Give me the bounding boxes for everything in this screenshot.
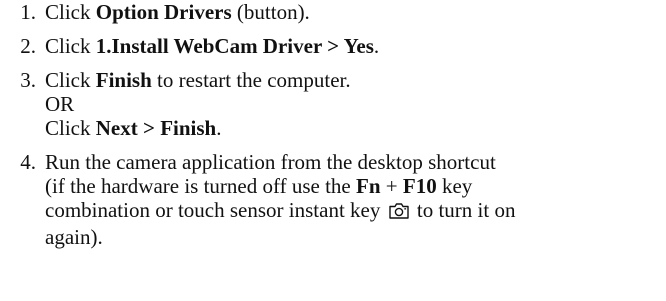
option-drivers-label: Option Drivers xyxy=(95,0,232,24)
or-text: OR xyxy=(45,92,75,116)
plus-text: + xyxy=(380,174,403,198)
step-text: combination or touch sensor instant key xyxy=(45,198,386,222)
step-line: Click Next > Finish. xyxy=(45,116,666,140)
camera-icon xyxy=(388,201,410,225)
step-3: 3. Click Finish to restart the computer.… xyxy=(0,68,666,140)
f10-key-label: F10 xyxy=(402,174,437,198)
step-text: Click xyxy=(45,34,96,58)
step-line: Click Finish to restart the computer. xyxy=(45,68,666,92)
step-text: (if the hardware is turned off use the xyxy=(45,174,357,198)
step-line: Run the camera application from the desk… xyxy=(45,150,496,174)
finish-label: Finish xyxy=(95,68,152,92)
step-line: combination or touch sensor instant key … xyxy=(45,198,666,225)
step-line: (if the hardware is turned off use the F… xyxy=(45,174,666,198)
fn-key-label: Fn xyxy=(356,174,381,198)
step-text: (button). xyxy=(231,0,310,24)
step-number: 1. xyxy=(20,0,36,24)
step-1: 1. Click Option Drivers (button). xyxy=(0,0,666,24)
next-finish-label: Next > Finish xyxy=(95,116,217,140)
step-number: 3. xyxy=(20,68,36,92)
instruction-steps: 1. Click Option Drivers (button). 2. Cli… xyxy=(0,0,666,249)
step-number: 2. xyxy=(20,34,36,58)
step-text: . xyxy=(216,116,222,140)
step-text: . xyxy=(373,34,380,58)
step-2: 2. Click 1.Install WebCam Driver > Yes. xyxy=(0,34,666,58)
step-text: to turn it on xyxy=(411,198,516,222)
step-text: key xyxy=(436,174,473,198)
install-webcam-driver-label: 1.Install WebCam Driver > Yes xyxy=(95,34,374,58)
step-text: Click xyxy=(45,68,96,92)
step-text: Click xyxy=(45,116,96,140)
step-text: Click xyxy=(45,0,96,24)
step-line: again). xyxy=(45,225,103,249)
step-number: 4. xyxy=(20,150,36,174)
step-4: 4. Run the camera application from the d… xyxy=(0,150,666,249)
step-text: to restart the computer. xyxy=(151,68,351,92)
